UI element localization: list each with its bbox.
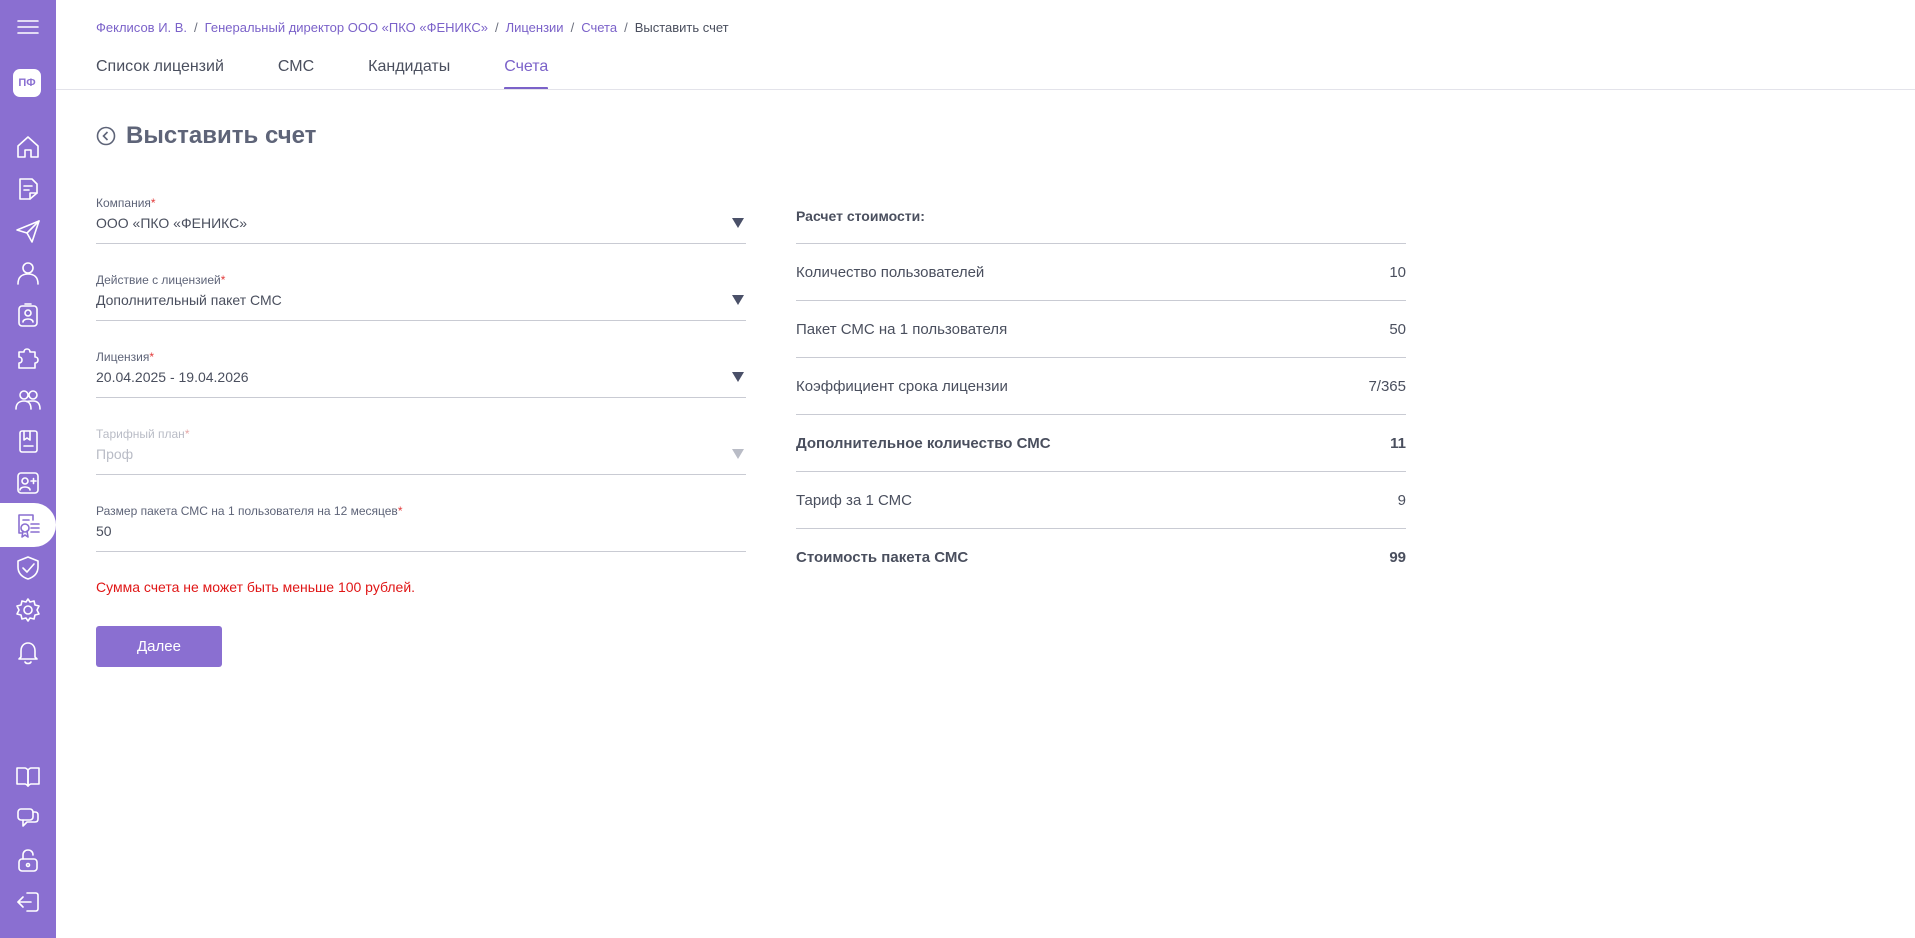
- cost-calculation-panel: Расчет стоимости: Количество пользовател…: [796, 200, 1406, 586]
- cost-row-value: 11: [1390, 434, 1406, 452]
- cost-row: Дополнительное количество СМС 11: [796, 415, 1406, 472]
- page-header: Выставить счет: [96, 122, 316, 150]
- open-book-icon[interactable]: [0, 756, 56, 796]
- cost-row-value: 10: [1389, 263, 1406, 281]
- shield-check-icon[interactable]: [0, 548, 56, 588]
- sidebar-active-item[interactable]: [0, 503, 56, 547]
- cost-row-label: Пакет СМС на 1 пользователя: [796, 320, 1008, 338]
- chat-icon[interactable]: [0, 798, 56, 838]
- tariff-plan-label: Тарифный план*: [96, 427, 189, 441]
- dropdown-arrow-icon[interactable]: [732, 372, 744, 382]
- unlock-icon[interactable]: [0, 840, 56, 880]
- license-action-select[interactable]: Действие с лицензией* Дополнительный пак…: [96, 273, 746, 321]
- page-title: Выставить счет: [126, 122, 317, 149]
- cost-row-value: 50: [1389, 320, 1406, 338]
- menu-icon[interactable]: [0, 7, 56, 47]
- company-select[interactable]: Компания* ООО «ПКО «ФЕНИКС»: [96, 196, 746, 244]
- cost-row-label: Дополнительное количество СМС: [796, 434, 1051, 452]
- company-value: ООО «ПКО «ФЕНИКС»: [96, 215, 248, 231]
- license-icon[interactable]: [0, 505, 56, 545]
- license-value: 20.04.2025 - 19.04.2026: [96, 369, 249, 385]
- dropdown-arrow-icon[interactable]: [732, 218, 744, 228]
- tab-license-list[interactable]: Список лицензий: [96, 58, 224, 90]
- cost-row-label: Тариф за 1 СМС: [796, 491, 912, 509]
- tab-bar: Список лицензий СМС Кандидаты Счета: [96, 58, 602, 90]
- error-message: Сумма счета не может быть меньше 100 руб…: [96, 579, 416, 595]
- avatar[interactable]: ПФ: [13, 69, 41, 97]
- cost-row: Количество пользователей 10: [796, 244, 1406, 301]
- header-divider: [56, 89, 1915, 90]
- cost-row-value: 9: [1397, 491, 1406, 509]
- cost-row-value: 7/365: [1368, 377, 1406, 395]
- license-action-label-text: Действие с лицензией: [96, 273, 221, 287]
- sms-package-size-field[interactable]: Размер пакета СМС на 1 пользователя на 1…: [96, 504, 746, 552]
- company-label: Компания*: [96, 196, 156, 210]
- bell-icon[interactable]: [0, 632, 56, 672]
- tariff-plan-label-text: Тарифный план: [96, 427, 185, 441]
- breadcrumb-separator: /: [494, 20, 499, 35]
- tab-sms[interactable]: СМС: [278, 58, 314, 90]
- breadcrumb-link-user[interactable]: Феклисов И. В.: [96, 20, 187, 35]
- license-select[interactable]: Лицензия* 20.04.2025 - 19.04.2026: [96, 350, 746, 398]
- company-label-text: Компания: [96, 196, 151, 210]
- book-icon[interactable]: [0, 421, 56, 461]
- users-icon[interactable]: [0, 379, 56, 419]
- cost-title: Расчет стоимости:: [796, 200, 1406, 244]
- cost-row-value: 99: [1389, 549, 1406, 566]
- cost-row-label: Количество пользователей: [796, 263, 985, 281]
- breadcrumb: Феклисов И. В. / Генеральный директор ООО …: [96, 20, 729, 35]
- breadcrumb-link-company[interactable]: Генеральный директор ООО «ПКО «ФЕНИКС»: [205, 20, 488, 35]
- sms-package-size-value[interactable]: 50: [96, 523, 112, 539]
- license-action-label: Действие с лицензией*: [96, 273, 225, 287]
- breadcrumb-current: Выставить счет: [634, 20, 729, 35]
- breadcrumb-separator: /: [570, 20, 575, 35]
- required-mark: *: [150, 196, 156, 210]
- dropdown-arrow-icon[interactable]: [732, 295, 744, 305]
- puzzle-icon[interactable]: [0, 337, 56, 377]
- send-icon[interactable]: [0, 211, 56, 251]
- breadcrumb-link-licenses[interactable]: Лицензии: [506, 20, 564, 35]
- cost-row: Стоимость пакета СМС 99: [796, 529, 1406, 586]
- sms-package-size-label-text: Размер пакета СМС на 1 пользователя на 1…: [96, 504, 398, 518]
- badge-icon[interactable]: [0, 295, 56, 335]
- cost-row: Пакет СМС на 1 пользователя 50: [796, 301, 1406, 358]
- cost-row: Коэффициент срока лицензии 7/365: [796, 358, 1406, 415]
- user-icon[interactable]: [0, 253, 56, 293]
- license-label: Лицензия*: [96, 350, 154, 364]
- document-icon[interactable]: [0, 169, 56, 209]
- cost-row-label: Стоимость пакета СМС: [796, 549, 969, 566]
- tab-candidates[interactable]: Кандидаты: [368, 58, 450, 90]
- back-arrow-icon[interactable]: [96, 126, 116, 146]
- tariff-plan-select: Тарифный план* Проф: [96, 427, 746, 475]
- gear-icon[interactable]: [0, 590, 56, 630]
- required-mark: *: [397, 504, 403, 518]
- required-mark: *: [184, 427, 190, 441]
- tariff-plan-value: Проф: [96, 446, 134, 462]
- required-mark: *: [149, 350, 154, 364]
- dropdown-arrow-icon: [732, 449, 744, 459]
- sidebar: ПФ: [0, 0, 56, 938]
- breadcrumb-separator: /: [624, 20, 628, 35]
- tab-invoices[interactable]: Счета: [504, 58, 549, 90]
- contact-add-icon[interactable]: [0, 463, 56, 503]
- sms-package-size-label: Размер пакета СМС на 1 пользователя на 1…: [96, 504, 402, 518]
- logout-icon[interactable]: [0, 882, 56, 922]
- home-icon[interactable]: [0, 127, 56, 167]
- license-action-value: Дополнительный пакет СМС: [96, 292, 282, 308]
- required-mark: *: [220, 273, 226, 287]
- breadcrumb-link-invoices[interactable]: Счета: [581, 20, 617, 35]
- breadcrumb-separator: /: [194, 20, 198, 35]
- cost-row: Тариф за 1 СМС 9: [796, 472, 1406, 529]
- license-label-text: Лицензия: [96, 350, 150, 364]
- cost-row-label: Коэффициент срока лицензии: [796, 377, 1008, 395]
- next-button[interactable]: Далее: [96, 626, 222, 667]
